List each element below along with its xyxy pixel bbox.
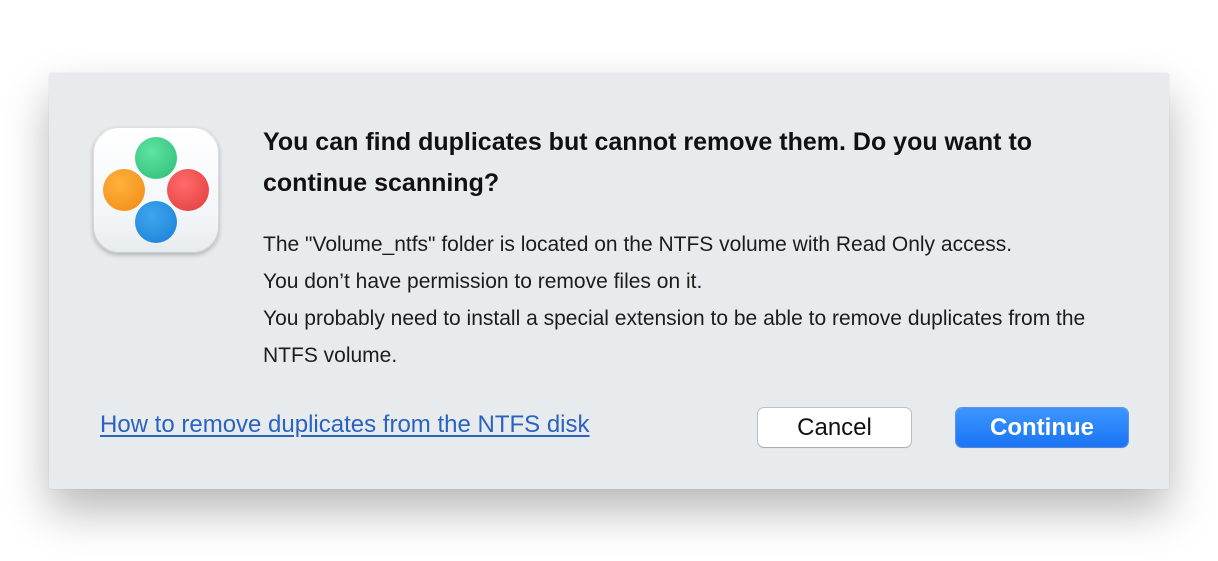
dialog-title: You can find duplicates but cannot remov… xyxy=(263,128,1033,197)
orange-dot-icon xyxy=(103,169,145,211)
app-icon xyxy=(93,127,219,253)
blue-dot-icon xyxy=(135,201,177,243)
dialog-message: The "Volume_ntfs" folder is located on t… xyxy=(263,226,1143,374)
ntfs-help-link[interactable]: How to remove duplicates from the NTFS d… xyxy=(100,411,590,439)
alert-dialog: You can find duplicates but cannot remov… xyxy=(49,73,1169,489)
message-line: You don’t have permission to remove file… xyxy=(263,270,703,293)
green-dot-icon xyxy=(135,137,177,179)
message-line: You probably need to install a special e… xyxy=(263,307,1086,367)
cancel-button[interactable]: Cancel xyxy=(758,408,911,447)
continue-button[interactable]: Continue xyxy=(956,408,1128,447)
message-line: The "Volume_ntfs" folder is located on t… xyxy=(263,233,1013,256)
red-dot-icon xyxy=(167,169,209,211)
